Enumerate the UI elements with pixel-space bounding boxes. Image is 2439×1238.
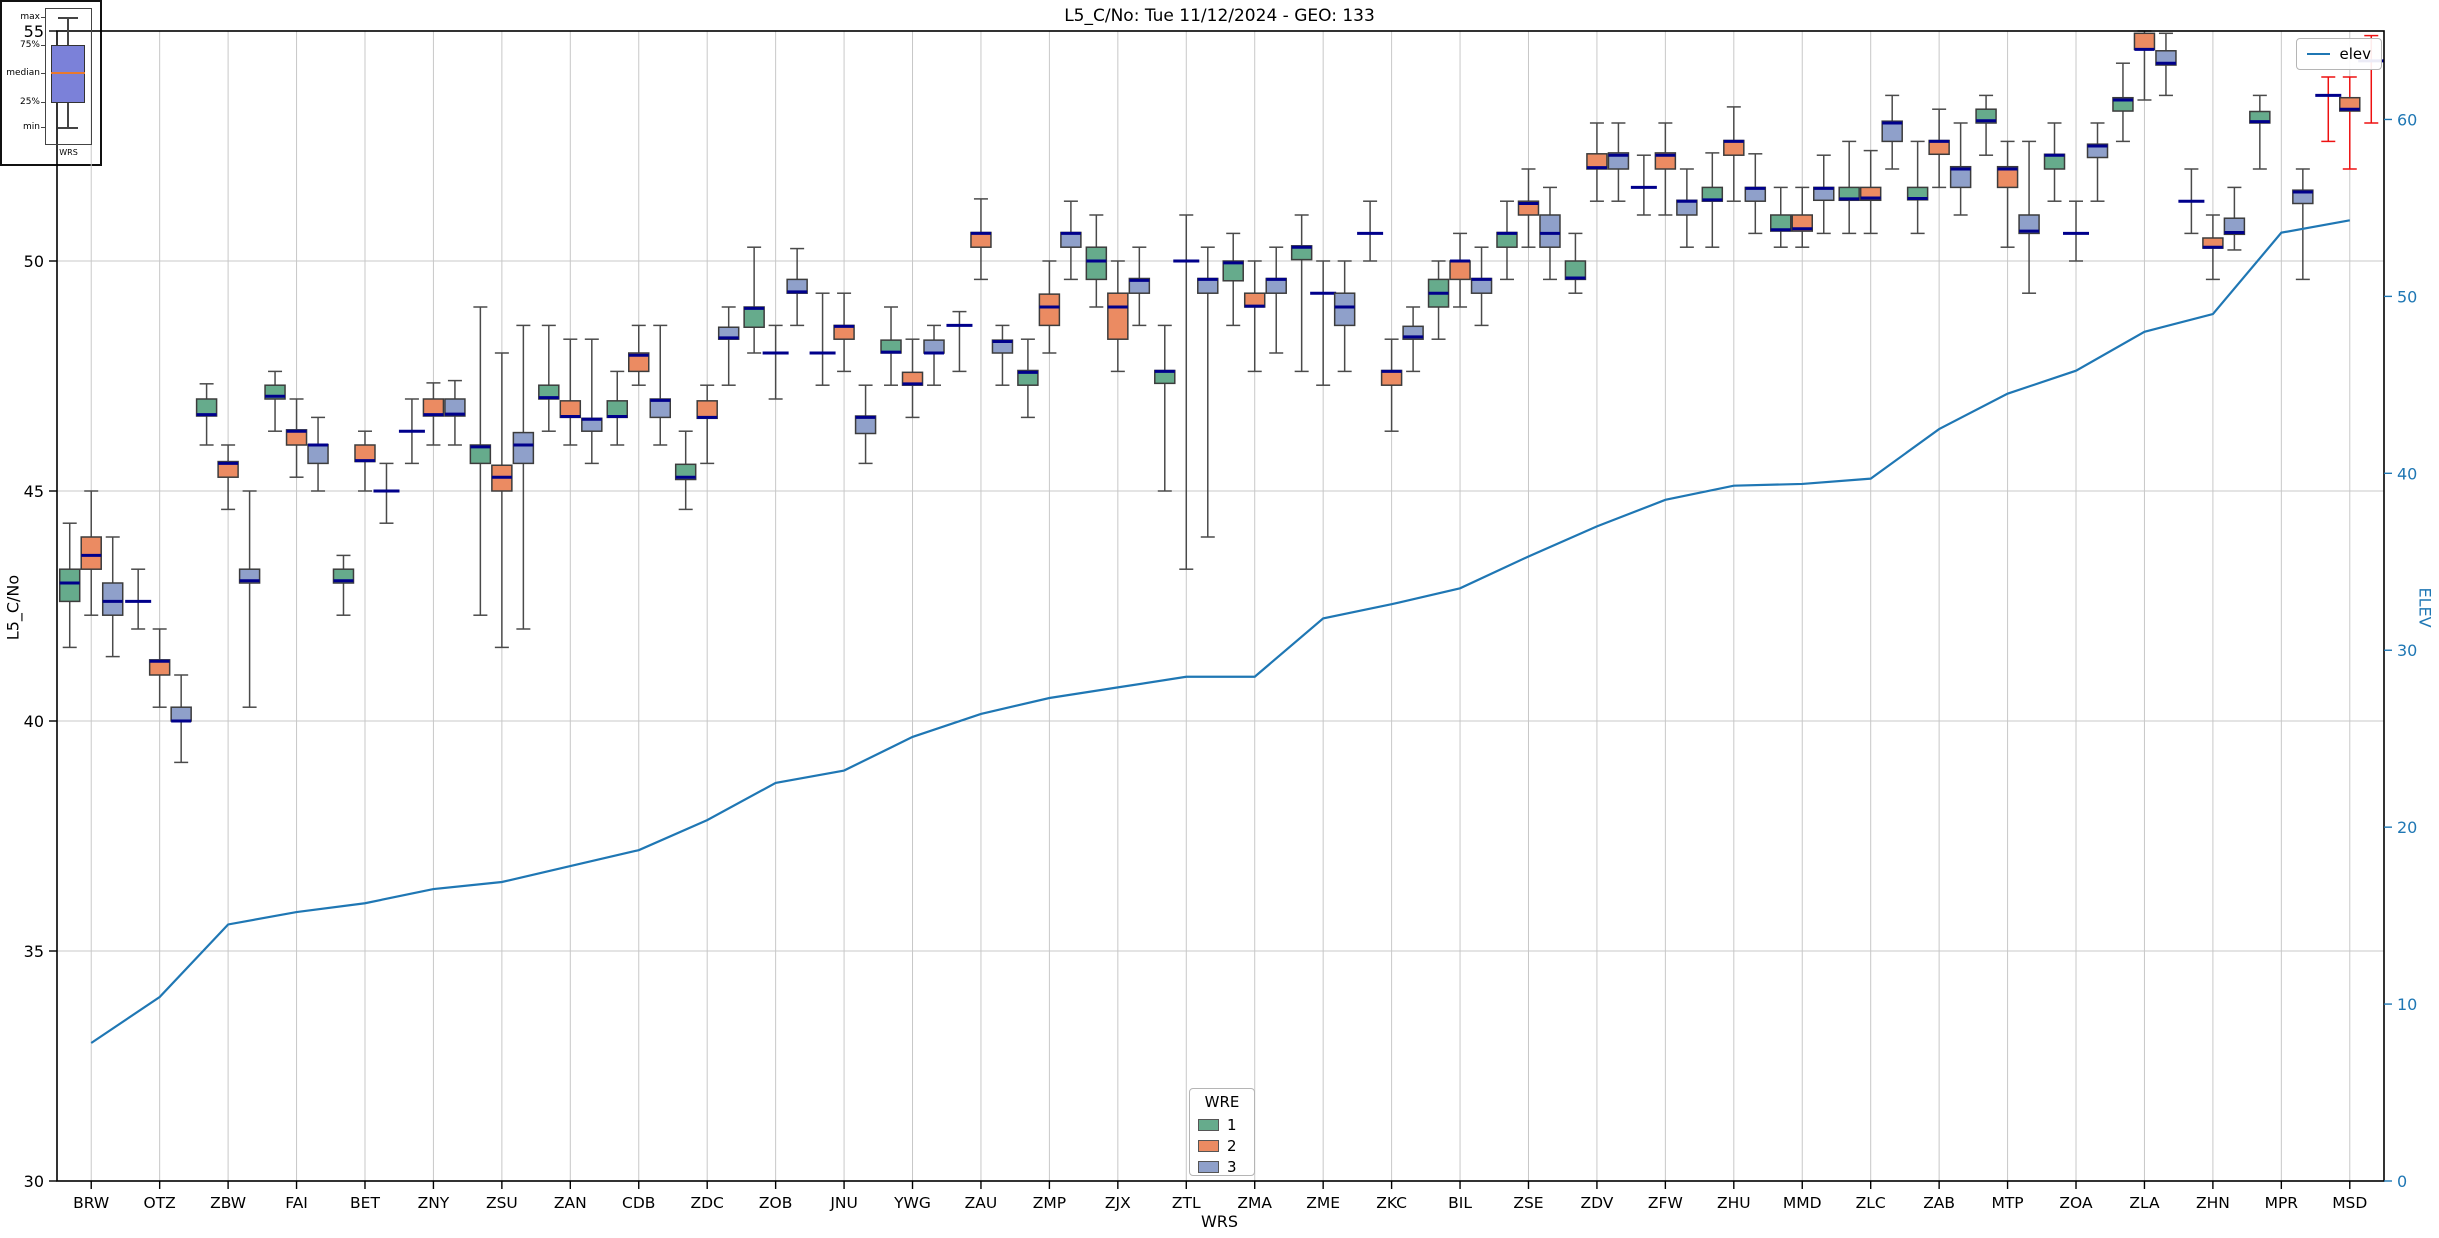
x-axis-ticks: BRW OTZ ZBW FAI BET ZNY ZSU ZAN CDB ZDC ZOB JNU YWG Z… [73, 1181, 2367, 1212]
right-axis-ticks: 0 10 20 30 40 50 60 [2384, 110, 2417, 1191]
svg-text:ZMA: ZMA [1237, 1194, 1272, 1212]
svg-text:ZFW: ZFW [1648, 1194, 1683, 1212]
wre-legend: WRE 1 2 3 [1189, 1088, 1255, 1176]
svg-text:ZSE: ZSE [1513, 1194, 1543, 1212]
svg-text:40: 40 [24, 712, 44, 731]
svg-text:MTP: MTP [1991, 1194, 2023, 1212]
svg-text:ZAB: ZAB [1923, 1194, 1955, 1212]
svg-text:ZKC: ZKC [1376, 1194, 1407, 1212]
svg-text:ZLC: ZLC [1856, 1194, 1886, 1212]
wre-legend-title: WRE [1204, 1093, 1240, 1111]
inset-box [51, 45, 85, 103]
boxplot-canvas: 3035404550550102030405060BRW OTZ ZBW FAI BET… [24, 22, 2418, 1212]
inset-x-label: WRS [59, 148, 78, 157]
left-axis-ticks: 303540455055 [24, 22, 57, 1191]
x-axis-label: WRS [1200, 1212, 1239, 1231]
chart-page: 30 35 40 45 50 55 0 10 20 30 40 50 60 BRW OTZ ZBW FAI BET… [0, 0, 2439, 1238]
svg-text:ZJX: ZJX [1105, 1194, 1131, 1212]
elev-line-swatch [2307, 53, 2331, 55]
svg-text:MMD: MMD [1783, 1194, 1822, 1212]
inset-label-median: median [6, 68, 40, 78]
svg-text:ZSU: ZSU [486, 1194, 518, 1212]
svg-text:JNU: JNU [829, 1194, 858, 1212]
inset-label-75: 75% [19, 40, 40, 50]
inset-median-line [51, 72, 85, 74]
svg-text:FAI: FAI [285, 1194, 308, 1212]
svg-text:30: 30 [2397, 641, 2417, 660]
svg-text:45: 45 [24, 482, 44, 501]
svg-text:BRW: BRW [73, 1194, 109, 1212]
y-axis-label: L5_C/No [3, 574, 23, 641]
svg-text:YWG: YWG [893, 1194, 931, 1212]
svg-text:ZHN: ZHN [2196, 1194, 2230, 1212]
svg-text:OTZ: OTZ [144, 1194, 176, 1212]
wre1-label: 1 [1227, 1115, 1237, 1134]
inset-max-cap [58, 17, 78, 19]
svg-text:BET: BET [350, 1194, 380, 1212]
inset-min-cap [58, 127, 78, 129]
svg-text:0: 0 [2397, 1172, 2407, 1191]
gridlines [57, 30, 2384, 1182]
svg-text:20: 20 [2397, 818, 2417, 837]
wre2-label: 2 [1227, 1136, 1237, 1155]
svg-text:30: 30 [24, 1172, 44, 1191]
svg-text:ZAN: ZAN [554, 1194, 587, 1212]
svg-text:ZNY: ZNY [418, 1194, 450, 1212]
svg-text:ZHU: ZHU [1717, 1194, 1751, 1212]
wre3-label: 3 [1227, 1157, 1237, 1176]
svg-text:ZTL: ZTL [1172, 1194, 1201, 1212]
svg-text:ZDC: ZDC [690, 1194, 723, 1212]
chart-title: L5_C/No: Tue 11/12/2024 - GEO: 133 [1064, 6, 1375, 26]
svg-text:MPR: MPR [2265, 1194, 2299, 1212]
wre1-swatch [1198, 1118, 1219, 1131]
svg-text:ZME: ZME [1306, 1194, 1340, 1212]
svg-text:MSD: MSD [2332, 1194, 2367, 1212]
svg-text:ZLA: ZLA [2129, 1194, 2160, 1212]
plot-border [56, 30, 2385, 1182]
box-series [58, 30, 2385, 764]
svg-text:ZOA: ZOA [2059, 1194, 2093, 1212]
inset-label-max: max [20, 12, 40, 22]
svg-text:ZMP: ZMP [1033, 1194, 1066, 1212]
svg-text:10: 10 [2397, 995, 2417, 1014]
elev-legend-label: elev [2339, 45, 2371, 63]
svg-text:BIL: BIL [1448, 1194, 1472, 1212]
svg-text:ZAU: ZAU [965, 1194, 998, 1212]
svg-text:ZOB: ZOB [759, 1194, 792, 1212]
svg-text:40: 40 [2397, 464, 2417, 483]
svg-text:50: 50 [24, 252, 44, 271]
wre2-swatch [1198, 1139, 1219, 1152]
svg-text:CDB: CDB [622, 1194, 655, 1212]
wre3-swatch [1198, 1160, 1219, 1173]
svg-text:50: 50 [2397, 287, 2417, 306]
svg-text:60: 60 [2397, 110, 2417, 129]
elev-legend: elev [2296, 38, 2382, 70]
svg-text:ZBW: ZBW [210, 1194, 246, 1212]
wre-legend-entry-2: 2 [1198, 1135, 1246, 1156]
svg-text:ZDV: ZDV [1580, 1194, 1613, 1212]
svg-text:35: 35 [24, 942, 44, 961]
wre-legend-entry-1: 1 [1198, 1114, 1246, 1135]
inset-label-25: 25% [19, 97, 40, 107]
inset-label-min: min [23, 122, 40, 132]
wre-legend-entry-3: 3 [1198, 1156, 1246, 1177]
right-axis-label: ELEV [2415, 587, 2435, 628]
elev-line [90, 219, 2350, 1044]
